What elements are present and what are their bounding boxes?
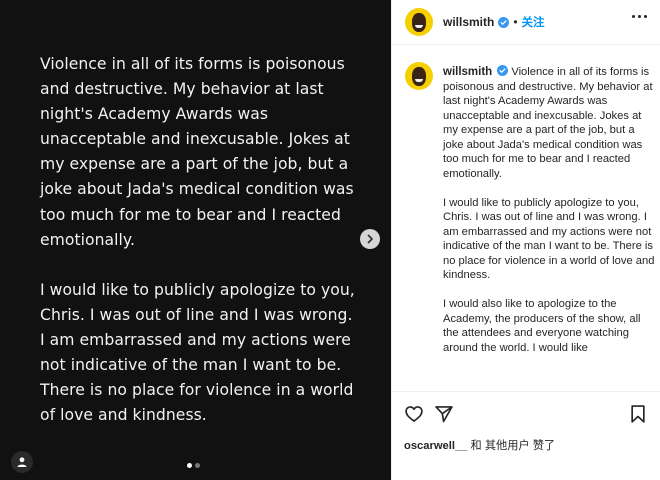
carousel-next-button[interactable] [360, 229, 380, 249]
post-image-paragraph-1: Violence in all of its forms is poisonou… [40, 55, 354, 249]
instagram-post-modal: Violence in all of its forms is poisonou… [0, 0, 660, 480]
user-tag-button[interactable] [11, 451, 33, 473]
post-image-paragraph-2: I would like to publicly apologize to yo… [40, 280, 355, 425]
more-options-icon[interactable] [632, 15, 647, 18]
save-button[interactable] [628, 404, 648, 424]
bookmark-icon [631, 405, 645, 423]
caption-scroll-area[interactable]: willsmith Violence in all of its forms i… [392, 46, 660, 390]
carousel-dot-active [187, 463, 192, 468]
like-button[interactable] [404, 404, 424, 424]
carousel-indicator [187, 463, 200, 468]
header-separator: • [513, 15, 518, 29]
caption-avatar[interactable] [405, 62, 433, 90]
post-image-text: Violence in all of its forms is poisonou… [40, 52, 360, 453]
caption-text: willsmith Violence in all of its forms i… [443, 65, 655, 370]
post-actions-bar [392, 391, 660, 435]
caption-paragraph-1: willsmith Violence in all of its forms i… [443, 65, 655, 181]
verified-badge-icon [498, 16, 510, 28]
post-header: willsmith • 关注 [392, 0, 660, 45]
paper-plane-icon [435, 406, 453, 423]
chevron-right-icon [367, 234, 373, 244]
heart-icon [405, 406, 423, 422]
caption-paragraph-1-text: Violence in all of its forms is poisonou… [443, 66, 653, 180]
share-button[interactable] [434, 404, 454, 424]
caption-paragraph-3: I would also like to apologize to the Ac… [443, 298, 641, 354]
caption-paragraph-2: I would like to publicly apologize to yo… [443, 196, 655, 282]
likes-text[interactable]: 和 其他用户 赞了 [467, 440, 556, 452]
verified-badge-icon [497, 65, 509, 76]
carousel-dot [195, 463, 200, 468]
likes-username[interactable]: oscarwell__ [404, 440, 467, 452]
avatar[interactable] [405, 8, 433, 36]
post-side-panel: willsmith • 关注 willsmith Violence in all… [391, 0, 660, 480]
likes-summary: oscarwell__ 和 其他用户 赞了 [404, 437, 555, 453]
caption-username[interactable]: willsmith [443, 66, 492, 78]
user-tag-icon [17, 457, 27, 467]
follow-button[interactable]: 关注 [522, 14, 545, 30]
post-media[interactable]: Violence in all of its forms is poisonou… [0, 0, 391, 480]
header-username[interactable]: willsmith [443, 15, 494, 29]
